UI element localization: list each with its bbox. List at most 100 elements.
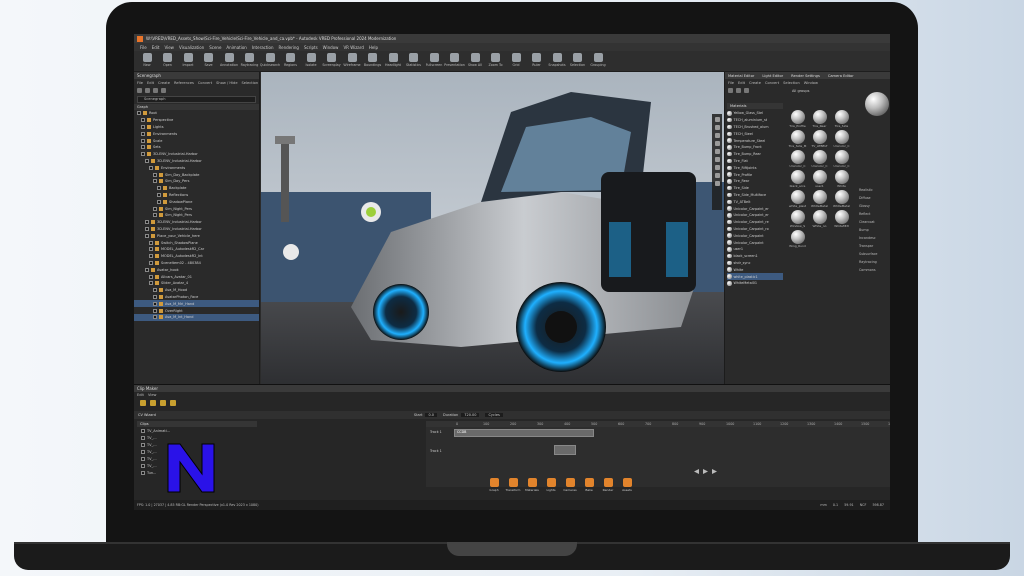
visibility-checkbox[interactable] <box>145 220 149 225</box>
duplicate-material-icon[interactable] <box>736 88 741 93</box>
visibility-checkbox[interactable] <box>149 281 153 286</box>
tree-row[interactable]: Environments <box>134 130 259 137</box>
material-list-item[interactable]: Temperature_Steel <box>727 137 783 144</box>
menu-item[interactable]: Help <box>369 45 378 50</box>
material-editor-menu-item[interactable]: Edit <box>738 81 745 85</box>
tree-row[interactable]: ShadowPlane <box>134 198 259 205</box>
material-swatch[interactable]: white_plast <box>787 190 808 209</box>
tree-row[interactable]: Reflections <box>134 192 259 199</box>
scenegraph-menu-item[interactable]: Convert <box>198 81 212 85</box>
material-property-section[interactable]: Raytracing <box>859 260 890 268</box>
material-editor-tab[interactable]: Light Editor <box>762 74 783 78</box>
material-swatch[interactable]: Unicolor_C <box>831 130 852 149</box>
visibility-checkbox[interactable] <box>149 247 153 252</box>
menu-item[interactable]: Rendering <box>279 45 299 50</box>
tree-row[interactable]: Sim_Night_Pers <box>134 205 259 212</box>
material-property-section[interactable]: Reflect <box>859 212 890 220</box>
toolbar-button[interactable]: New <box>138 51 156 71</box>
tree-row[interactable]: Root <box>134 110 259 117</box>
material-editor-tab[interactable]: Material Editor <box>728 74 754 78</box>
material-swatch[interactable]: black_scre <box>787 170 808 189</box>
tree-row[interactable]: MODEL_AutodeskR2_Int <box>134 253 259 260</box>
visibility-checkbox[interactable] <box>153 288 157 293</box>
tree-row[interactable]: Place_your_Vehicle_here <box>134 232 259 239</box>
clip-maker-menu-item[interactable]: View <box>148 393 157 397</box>
tree-row[interactable]: MODEL_AutodeskR2_Car <box>134 246 259 253</box>
clip-maker-menu-item[interactable]: Edit <box>137 393 144 397</box>
add-node-icon[interactable] <box>137 88 142 93</box>
tree-row[interactable]: 3D-ENV_Industrial-Harbor <box>134 158 259 165</box>
play-icon[interactable] <box>703 469 708 474</box>
dock-button-bake[interactable]: Bake <box>581 478 597 495</box>
visibility-checkbox[interactable] <box>153 206 157 211</box>
material-swatch[interactable]: Wing_Rund <box>787 230 808 249</box>
toolbar-button[interactable]: Grouping <box>589 51 607 71</box>
visibility-checkbox[interactable] <box>149 274 153 279</box>
material-list-item[interactable]: WhiteMetal01 <box>727 280 783 287</box>
clip-checkbox[interactable] <box>141 456 145 461</box>
visibility-checkbox[interactable] <box>157 199 161 204</box>
toolbar-button[interactable]: Wireframe <box>343 51 361 71</box>
material-property-section[interactable]: Clearcoat <box>859 220 890 228</box>
menu-item[interactable]: File <box>140 45 147 50</box>
dock-button-lights[interactable]: Lights <box>543 478 559 495</box>
visibility-checkbox[interactable] <box>153 172 157 177</box>
settings-icon[interactable] <box>714 181 720 186</box>
material-editor-menu-item[interactable]: Create <box>749 81 761 85</box>
tree-row[interactable]: Sim_Day_Pers <box>134 178 259 185</box>
loop-mode-select[interactable]: Cycles <box>485 413 503 417</box>
visibility-checkbox[interactable] <box>145 226 149 231</box>
dock-button-cameras[interactable]: Cameras <box>562 478 578 495</box>
toolbar-button[interactable]: Annotation <box>220 51 238 71</box>
dock-button-assets[interactable]: Assets <box>619 478 635 495</box>
frame-field[interactable]: 598.87 <box>872 503 884 507</box>
material-list-item[interactable]: Unicolor_Carpaint_re <box>727 219 783 226</box>
material-swatch[interactable]: TV_ATBELT <box>809 130 830 149</box>
material-list-item[interactable]: Yellow_Glass_Stel <box>727 110 783 117</box>
visibility-checkbox[interactable] <box>153 213 157 218</box>
material-list-item[interactable]: TECH_Brushed_alum <box>727 124 783 131</box>
material-swatch[interactable]: Tire_Rear <box>809 110 830 129</box>
visibility-checkbox[interactable] <box>141 124 145 129</box>
menu-item[interactable]: Scene <box>209 45 221 50</box>
add-material-icon[interactable] <box>728 88 733 93</box>
visibility-checkbox[interactable] <box>149 260 153 265</box>
material-editor-menu-item[interactable]: Window <box>804 81 818 85</box>
toolbar-button[interactable]: Snapshots <box>548 51 566 71</box>
new-clip-icon[interactable] <box>140 400 146 406</box>
material-list-item[interactable]: Tire_Flat <box>727 158 783 165</box>
material-list-item[interactable]: Unicolor_Carpaint <box>727 239 783 246</box>
clip-row[interactable]: TV_Animati... <box>137 427 257 434</box>
zoom-field[interactable]: 0.1 <box>833 503 838 507</box>
scenegraph-menu-item[interactable]: References <box>174 81 194 85</box>
visibility-checkbox[interactable] <box>153 179 157 184</box>
dock-button-transform[interactable]: Transform <box>505 478 521 495</box>
toolbar-button[interactable]: Presentation <box>444 51 465 71</box>
toolbar-button[interactable]: Ruler <box>528 51 546 71</box>
move-icon[interactable] <box>714 141 720 146</box>
material-list-item[interactable]: Unicolor_Carpaint_er <box>727 212 783 219</box>
material-swatch[interactable]: Tire_Profile <box>787 110 808 129</box>
material-property-section[interactable]: Transpar <box>859 244 890 252</box>
tree-row[interactable]: Scale <box>134 137 259 144</box>
menu-item[interactable]: Edit <box>152 45 160 50</box>
material-swatch[interactable]: Tire_Side <box>831 110 852 129</box>
material-list-item[interactable]: Tire_Bump_Rear <box>727 151 783 158</box>
material-editor-tab[interactable]: Render Settings <box>791 74 820 78</box>
toolbar-button[interactable]: Quicksearch <box>260 51 280 71</box>
camera-icon[interactable] <box>714 117 720 122</box>
material-swatch[interactable]: White <box>831 170 852 189</box>
tree-row[interactable]: Ava_M_Hood <box>134 287 259 294</box>
light-icon[interactable] <box>714 133 720 138</box>
visibility-checkbox[interactable] <box>137 111 141 116</box>
visibility-checkbox[interactable] <box>153 308 157 313</box>
duration-field[interactable]: 720.00 <box>461 413 480 417</box>
material-property-section[interactable]: Diffuse <box>859 196 890 204</box>
next-frame-icon[interactable] <box>712 469 717 474</box>
delete-node-icon[interactable] <box>145 88 150 93</box>
visibility-checkbox[interactable] <box>145 158 149 163</box>
toolbar-button[interactable]: Zoom To <box>487 51 505 71</box>
material-list-item[interactable]: Tire_Profile <box>727 171 783 178</box>
tree-row[interactable]: OverRight <box>134 307 259 314</box>
material-swatch[interactable]: Tire_Side_M <box>787 130 808 149</box>
